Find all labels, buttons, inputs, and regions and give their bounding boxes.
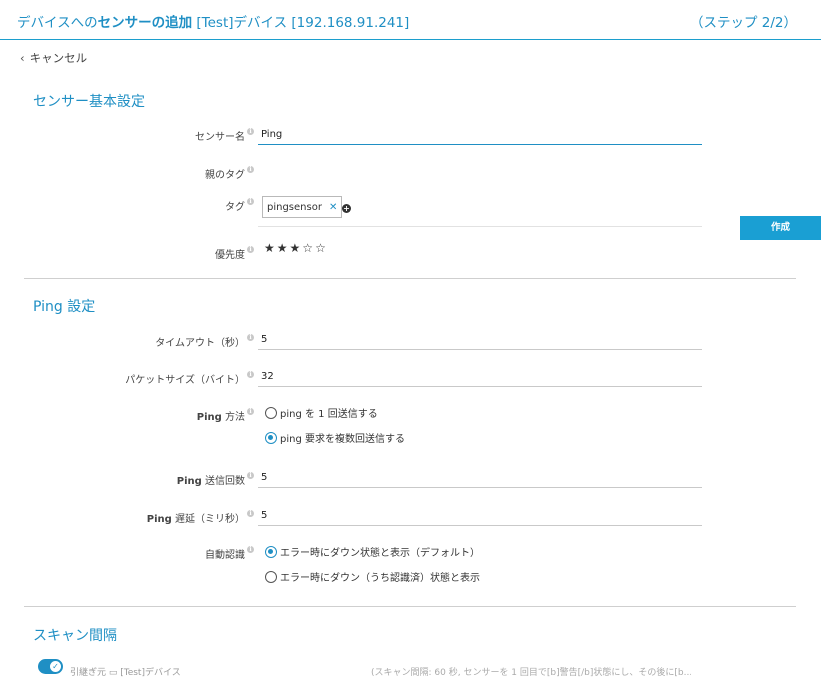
- section-divider: [24, 606, 796, 607]
- cancel-label: キャンセル: [29, 51, 88, 65]
- radio-label: エラー時にダウン（うち認識済）状態と表示: [280, 573, 480, 584]
- info-icon[interactable]: i: [247, 408, 254, 415]
- radio-button[interactable]: [265, 571, 277, 583]
- auto-ack-option-acknowledged[interactable]: エラー時にダウン（うち認識済）状態と表示: [265, 569, 480, 584]
- priority-stars[interactable]: ★★★☆☆: [264, 241, 328, 255]
- auto-ack-label: 自動認識: [205, 550, 245, 561]
- ping-delay-label: Ping 遅延（ミリ秒）: [147, 510, 245, 525]
- radio-button-selected[interactable]: [265, 432, 277, 444]
- radio-button[interactable]: [265, 407, 277, 419]
- info-icon[interactable]: i: [247, 128, 254, 135]
- create-button[interactable]: 作成: [740, 216, 821, 240]
- radio-button-selected[interactable]: [265, 546, 277, 558]
- ping-method-label-kw: Ping: [196, 412, 222, 423]
- tag-chip: pingsensor ✕: [262, 196, 343, 218]
- cancel-link[interactable]: ‹ キャンセル: [20, 50, 87, 66]
- section-divider: [24, 278, 796, 279]
- inherit-toggle[interactable]: ✓: [38, 659, 63, 674]
- remove-tag-icon[interactable]: ✕: [329, 202, 337, 213]
- star-filled-icon[interactable]: ★: [290, 241, 303, 255]
- packet-size-input[interactable]: 32: [258, 367, 702, 387]
- radio-label: ping を 1 回送信する: [280, 409, 378, 420]
- scan-interval-note: (スキャン間隔: 60 秒, センサーを 1 回目で[b]警告[/b]状態にし、…: [371, 668, 691, 678]
- ping-method-option-once[interactable]: ping を 1 回送信する: [265, 405, 378, 420]
- ping-count-label-kw: Ping: [176, 476, 202, 487]
- radio-label: エラー時にダウン状態と表示（デフォルト）: [280, 548, 480, 559]
- ping-delay-input[interactable]: 5: [258, 506, 702, 526]
- sensor-name-input[interactable]: Ping: [258, 125, 702, 145]
- section-title-ping: Ping 設定: [33, 299, 96, 315]
- star-filled-icon[interactable]: ★: [277, 241, 290, 255]
- star-empty-icon[interactable]: ☆: [302, 241, 315, 255]
- info-icon[interactable]: i: [247, 166, 254, 173]
- timeout-input[interactable]: 5: [258, 330, 702, 350]
- info-icon[interactable]: i: [247, 510, 254, 517]
- info-icon[interactable]: i: [247, 334, 254, 341]
- inherit-label: 引継ぎ元 ▭ [Test]デバイス: [70, 668, 181, 678]
- sensor-name-label: センサー名: [195, 132, 245, 143]
- title-bold: センサーの追加: [97, 15, 193, 31]
- info-icon[interactable]: i: [247, 546, 254, 553]
- ping-count-label: Ping 送信回数: [177, 472, 245, 487]
- page-title: デバイスへのセンサーの追加 [Test]デバイス [192.168.91.241…: [17, 11, 409, 31]
- info-icon[interactable]: i: [247, 246, 254, 253]
- timeout-label: タイムアウト（秒）: [155, 338, 245, 349]
- ping-delay-label-kw: Ping: [146, 514, 172, 525]
- auto-ack-option-default[interactable]: エラー時にダウン状態と表示（デフォルト）: [265, 544, 480, 559]
- radio-label: ping 要求を複数回送信する: [280, 434, 405, 445]
- step-indicator: （ステップ 2/2）: [689, 15, 797, 31]
- info-icon[interactable]: i: [247, 371, 254, 378]
- tags-label: タグ: [225, 202, 245, 213]
- section-title-scan: スキャン間隔: [33, 628, 117, 644]
- ping-count-input[interactable]: 5: [258, 468, 702, 488]
- star-filled-icon[interactable]: ★: [264, 241, 277, 255]
- ping-method-label-rest: 方法: [221, 412, 245, 423]
- section-title-basic: センサー基本設定: [33, 94, 145, 110]
- info-icon[interactable]: i: [247, 472, 254, 479]
- add-tag-icon[interactable]: +: [342, 204, 351, 213]
- ping-method-label: Ping 方法: [197, 408, 245, 423]
- parent-tags-label: 親のタグ: [205, 170, 245, 181]
- ping-method-option-multiple[interactable]: ping 要求を複数回送信する: [265, 430, 405, 445]
- packet-size-label: パケットサイズ（バイト）: [125, 375, 245, 386]
- tag-chip-label: pingsensor: [267, 202, 322, 213]
- dialog-header: デバイスへのセンサーの追加 [Test]デバイス [192.168.91.241…: [0, 0, 821, 40]
- title-prefix: デバイスへの: [17, 15, 98, 31]
- ping-count-label-rest: 送信回数: [201, 476, 245, 487]
- info-icon[interactable]: i: [247, 198, 254, 205]
- star-empty-icon[interactable]: ☆: [315, 241, 328, 255]
- tags-input[interactable]: pingsensor ✕ +: [258, 196, 702, 227]
- title-suffix: [Test]デバイス [192.168.91.241]: [192, 15, 410, 31]
- priority-label: 優先度: [215, 250, 245, 261]
- chevron-left-icon: ‹: [20, 51, 25, 65]
- ping-delay-label-rest: 遅延（ミリ秒）: [171, 514, 245, 525]
- check-icon: ✓: [50, 661, 61, 672]
